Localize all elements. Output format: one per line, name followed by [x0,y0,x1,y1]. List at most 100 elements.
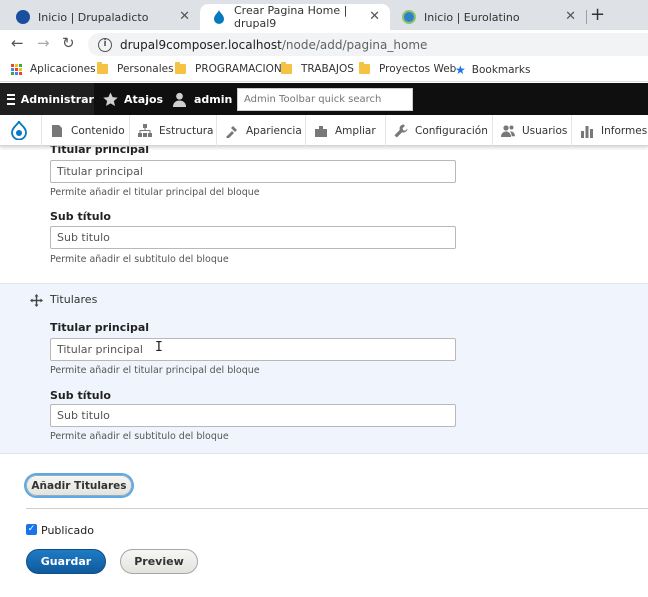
titular-principal-description: Permite añadir el titular principal del … [50,187,260,198]
paragraph-row: Titular principal Permite añadir el titu… [0,146,648,284]
paragraph-row-titulares: Titulares Titular principal I Permite añ… [0,284,648,454]
close-tab-icon[interactable]: ✕ [369,9,380,24]
bookmarks-bar: Aplicaciones Personales PROGRAMACION TRA… [0,58,648,82]
folder-icon [97,62,108,74]
url-path: /node/add/pagina_home [281,37,428,52]
browser-tab-title: Crear Pagina Home | drupal9 [234,4,348,30]
browser-tab-title: Inicio | Drupaladicto [38,10,149,24]
folder-icon [175,62,186,74]
bookmark-label: Personales [117,63,174,75]
reload-icon[interactable]: ↻ [62,34,75,52]
admin-toolbar-search-input[interactable] [237,88,413,111]
sub-titulo-label: Sub título [50,389,111,402]
menu-item-label: Usuarios [522,124,568,137]
browser-tab-drupaladicto[interactable]: Inicio | Drupaladicto ✕ [4,4,200,30]
bookmark-bookmarks[interactable]: ★ Bookmarks [455,63,530,77]
user-toolbar-tab[interactable]: admin [172,83,232,115]
titular-principal-label: Titular principal [50,146,150,156]
sub-titulo-input[interactable] [50,404,456,427]
bookmark-label: PROGRAMACION [195,63,282,75]
menu-item-usuarios[interactable]: Usuarios [492,115,570,146]
reports-icon [581,125,593,138]
bookmark-label: Bookmarks [471,64,531,76]
add-titulares-button[interactable]: Añadir Titulares [26,475,132,496]
browser-tab-strip: Inicio | Drupaladicto ✕ Crear Pagina Hom… [0,0,648,30]
folder-icon [359,62,370,74]
bookmark-label: Aplicaciones [30,63,96,75]
menu-item-contenido[interactable]: Contenido [41,115,128,146]
menu-item-estructura[interactable]: Estructura [129,115,215,146]
hamburger-icon [7,91,15,107]
star-icon [103,91,118,106]
save-button[interactable]: Guardar [26,549,106,574]
site-info-icon[interactable]: i [98,37,112,52]
drag-handle-icon[interactable] [30,294,43,307]
new-tab-icon[interactable]: + [590,4,605,25]
browser-tab-eurolatino[interactable]: Inicio | Eurolatino ✕ [390,4,586,30]
tab-divider [586,10,587,24]
shortcuts-toolbar-tab[interactable]: Atajos [103,83,163,115]
url-omnibox[interactable]: i drupal9composer.localhost/node/add/pag… [88,33,648,56]
close-tab-icon[interactable]: ✕ [179,9,190,24]
shortcuts-label: Atajos [124,92,164,106]
drupaladicto-favicon-icon [16,10,30,24]
menu-item-label: Apariencia [246,124,302,137]
node-add-form: Titular principal Permite añadir el titu… [0,146,648,597]
user-icon [172,92,187,107]
titular-principal-input[interactable] [50,338,456,361]
sub-titulo-label: Sub título [50,210,111,223]
bookmark-trabajos[interactable]: TRABAJOS [281,62,354,75]
close-tab-icon[interactable]: ✕ [565,9,576,24]
apps-grid-icon [11,63,22,75]
menu-item-informes[interactable]: Informes [571,115,648,146]
menu-item-apariencia[interactable]: Apariencia [216,115,304,146]
globe-favicon-icon [402,10,416,24]
admin-toolbar: Administrar Atajos admin [0,83,648,115]
preview-button[interactable]: Preview [120,549,198,574]
menu-item-label: Contenido [71,124,125,137]
star-icon: ★ [455,63,466,77]
menu-item-label: Informes [601,124,648,137]
manage-toolbar-tab[interactable]: Administrar [0,83,94,115]
bookmark-label: TRABAJOS [301,63,354,75]
url-host: drupal9composer.localhost [120,37,282,52]
extend-icon [315,125,327,137]
menu-item-configuracion[interactable]: Configuración [385,115,491,146]
paragraph-type-title: Titulares [50,293,98,306]
structure-icon [138,123,152,137]
appearance-icon [226,125,237,138]
user-label: admin [194,92,233,106]
bookmark-proyectos-web[interactable]: Proyectos Web [359,62,457,75]
folder-icon [281,62,292,74]
menu-item-ampliar[interactable]: Ampliar [305,115,384,146]
bookmark-programacion[interactable]: PROGRAMACION [175,62,282,75]
manage-label: Administrar [20,92,94,106]
people-icon [501,124,515,137]
forward-arrow-icon[interactable]: → [37,34,50,52]
titular-principal-input[interactable] [50,160,456,183]
browser-tab-crear-pagina-home[interactable]: Crear Pagina Home | drupal9 ✕ [200,4,390,30]
divider [26,508,648,509]
titular-principal-description: Permite añadir el titular principal del … [50,365,260,376]
menu-item-label: Estructura [159,124,214,137]
menu-item-label: Configuración [415,124,488,137]
titular-principal-label: Titular principal [50,321,150,334]
bookmark-aplicaciones[interactable]: Aplicaciones [11,63,96,75]
address-bar: ← → ↻ i drupal9composer.localhost/node/a… [0,30,648,58]
back-arrow-icon[interactable]: ← [11,34,24,52]
bookmark-label: Proyectos Web [379,63,457,75]
content-icon [52,124,62,137]
drupal-favicon-icon [214,10,224,24]
published-checkbox[interactable]: ✓ [26,524,37,535]
bookmark-personales[interactable]: Personales [97,62,174,75]
menu-item-label: Ampliar [335,124,376,137]
admin-menu-bar: Contenido Estructura Apariencia Ampliar … [0,115,648,146]
wrench-icon [394,124,408,137]
sub-titulo-description: Permite añadir el subtitulo del bloque [50,254,229,265]
browser-tab-title: Inicio | Eurolatino [424,10,520,24]
sub-titulo-description: Permite añadir el subtitulo del bloque [50,431,229,442]
text-cursor-icon: I [155,340,163,355]
drupal-logo-icon[interactable] [11,121,27,140]
published-label[interactable]: Publicado [41,524,94,537]
sub-titulo-input[interactable] [50,226,456,249]
